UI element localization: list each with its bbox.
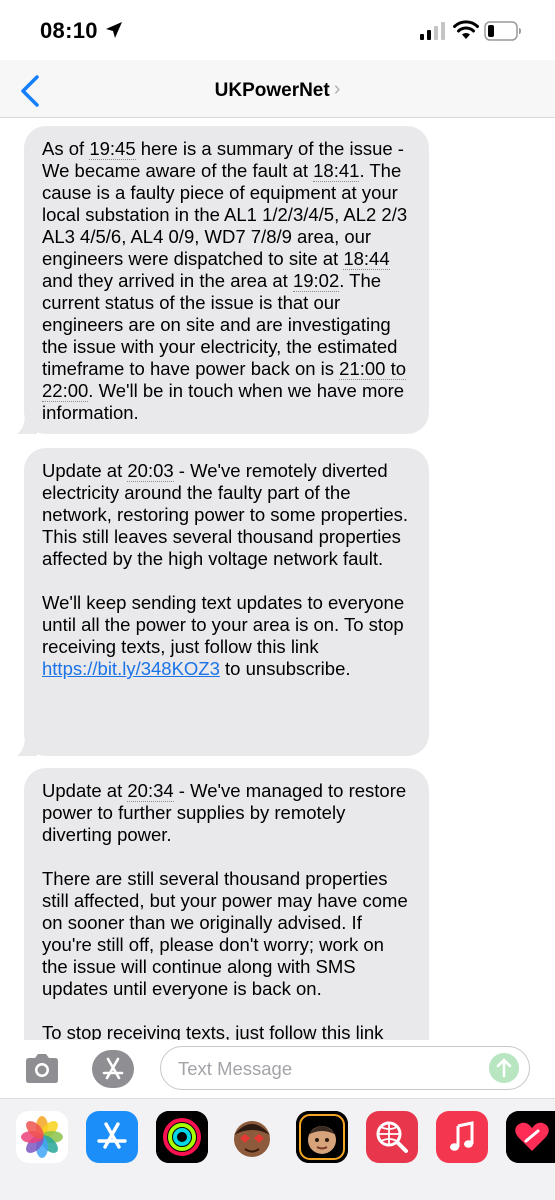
send-arrow-icon[interactable] (489, 1053, 519, 1083)
message-text: As of 19:45 here is a summary of the iss… (42, 138, 408, 423)
message-bubble[interactable]: Update at 20:03 - We've remotely diverte… (17, 448, 429, 756)
conversation-header: UKPowerNet › (0, 60, 555, 118)
memoji-heart-eyes-app-icon[interactable] (226, 1111, 278, 1163)
wifi-icon (453, 20, 479, 39)
cellular-signal-icon (420, 22, 445, 40)
location-arrow-icon (106, 22, 122, 38)
photos-app-icon[interactable] (16, 1111, 68, 1163)
activity-app-icon[interactable] (156, 1111, 208, 1163)
detected-time[interactable]: 20:34 (127, 780, 174, 802)
app-store-icon[interactable] (91, 1049, 135, 1089)
camera-icon[interactable] (22, 1052, 62, 1086)
detected-time[interactable]: 21:00 to 22:00 (42, 358, 407, 402)
message-bubble[interactable]: As of 19:45 here is a summary of the iss… (17, 126, 429, 434)
message-bubble[interactable]: Update at 20:34 - We've managed to resto… (24, 768, 429, 1040)
composer-bar: Text Message (0, 1040, 555, 1098)
bubble-tail (17, 736, 37, 756)
detected-time[interactable]: 19:02 (292, 270, 340, 292)
message-input[interactable]: Text Message (160, 1046, 530, 1090)
message-input-placeholder: Text Message (178, 1058, 293, 1079)
status-bar: 08:10 (0, 0, 555, 60)
status-time: 08:10 (40, 18, 98, 43)
contact-button[interactable]: UKPowerNet › (0, 78, 555, 102)
contact-name: UKPowerNet (214, 80, 330, 101)
message-text: Update at 20:03 - We've remotely diverte… (42, 460, 413, 680)
bubble-tail (17, 414, 37, 434)
message-thread[interactable]: As of 19:45 here is a summary of the iss… (0, 118, 555, 1040)
app-store-app-icon[interactable] (86, 1111, 138, 1163)
chevron-right-icon: › (333, 78, 341, 100)
music-app-icon[interactable] (436, 1111, 488, 1163)
app-drawer (0, 1098, 555, 1200)
digital-touch-app-icon[interactable] (506, 1111, 555, 1163)
message-text: Update at 20:34 - We've managed to resto… (42, 780, 413, 1040)
detected-time[interactable]: 19:45 (89, 138, 136, 160)
unsubscribe-link[interactable]: https://bit.ly/348KOZ3 (42, 658, 220, 679)
detected-time[interactable]: 18:41 (313, 160, 360, 182)
detected-time[interactable]: 20:03 (127, 460, 174, 482)
battery-icon (484, 21, 521, 41)
web-search-app-icon[interactable] (366, 1111, 418, 1163)
memoji-stickers-app-icon[interactable] (296, 1111, 348, 1163)
detected-time[interactable]: 18:44 (343, 248, 390, 270)
